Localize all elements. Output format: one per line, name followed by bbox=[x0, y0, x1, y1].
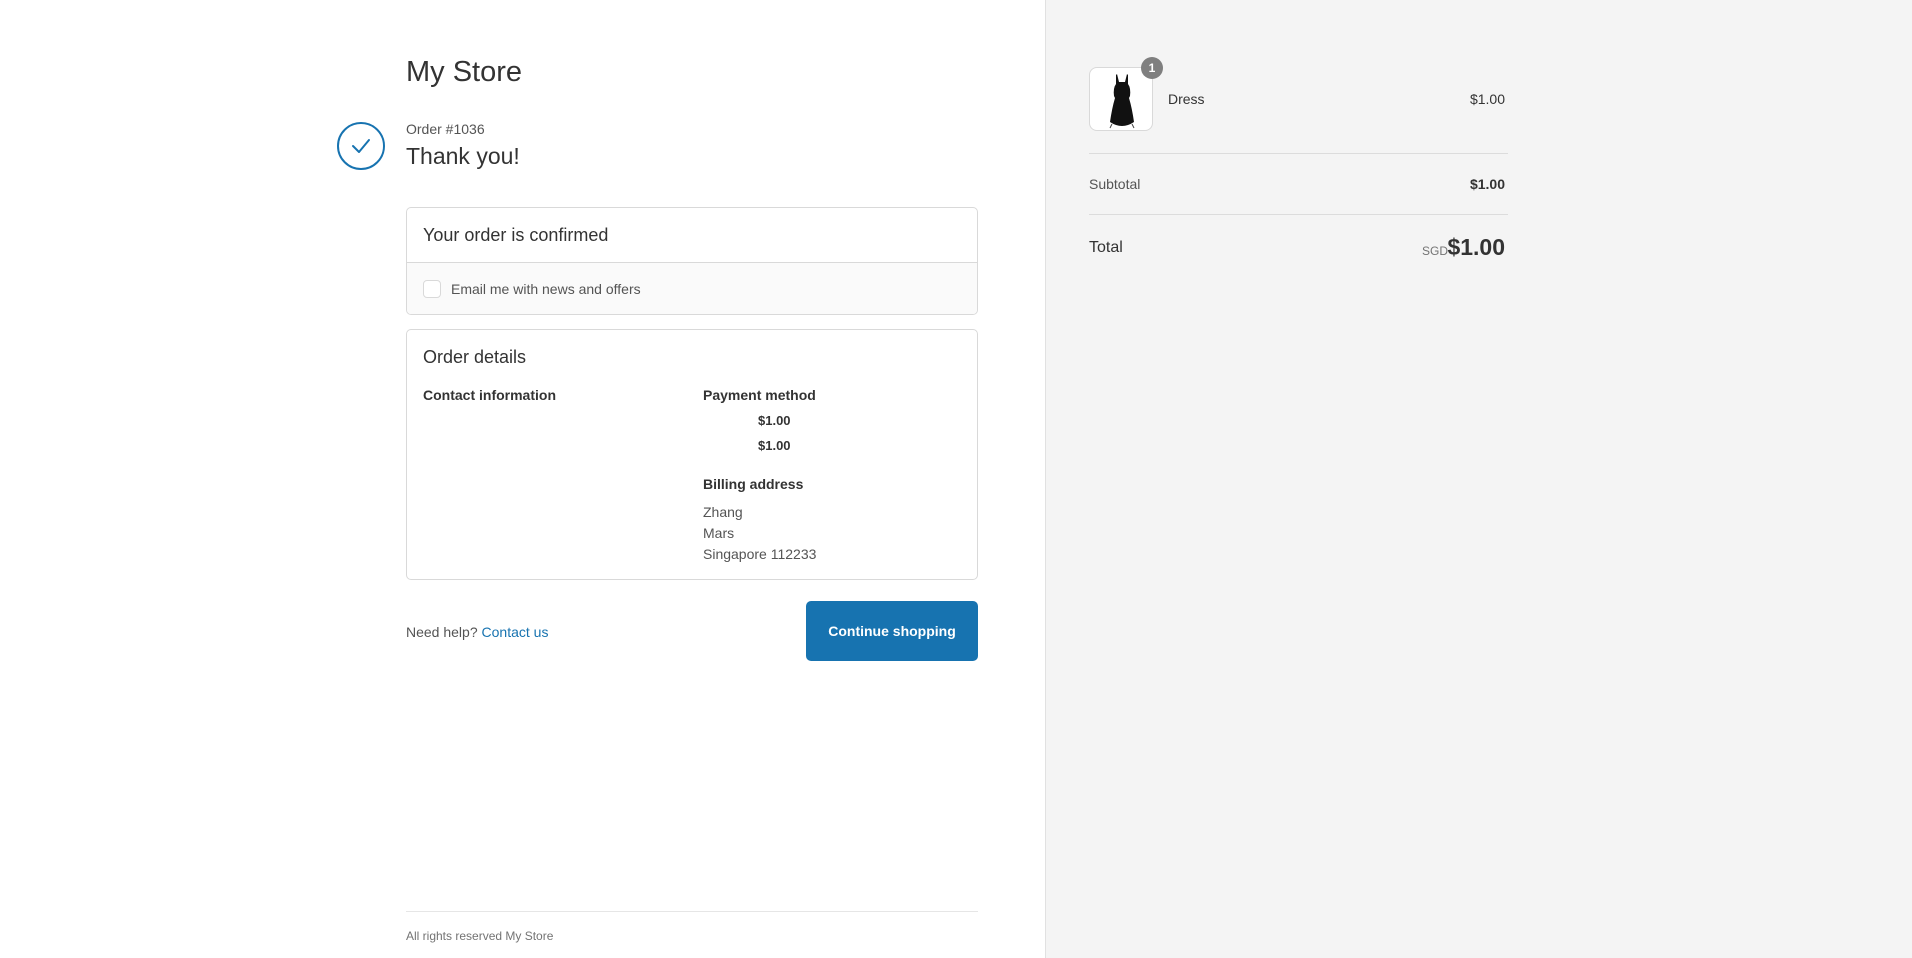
dress-icon bbox=[1109, 74, 1135, 129]
subtotal-label: Subtotal bbox=[1089, 176, 1141, 192]
billing-address-heading: Billing address bbox=[703, 476, 804, 492]
payment-amount: $1.00 bbox=[758, 413, 791, 428]
contact-us-link[interactable]: Contact us bbox=[482, 624, 549, 640]
summary-divider bbox=[1089, 214, 1508, 215]
order-details-card: Order details Contact information Paymen… bbox=[406, 329, 978, 580]
store-name[interactable]: My Store bbox=[406, 56, 522, 89]
newsletter-checkbox[interactable] bbox=[423, 280, 441, 298]
contact-information-heading: Contact information bbox=[423, 387, 556, 403]
summary-divider bbox=[1089, 153, 1508, 154]
total-value: $1.00 bbox=[1447, 234, 1505, 260]
footer-divider bbox=[406, 911, 978, 912]
order-number: Order #1036 bbox=[406, 121, 485, 137]
subtotal-value: $1.00 bbox=[1469, 176, 1505, 192]
billing-address-line: Mars bbox=[703, 525, 735, 541]
billing-address-line: Zhang bbox=[703, 504, 743, 520]
need-help-text: Need help? Contact us bbox=[406, 624, 548, 640]
checkout-thank-you-page: My Store Order #1036 Thank you! Your ord… bbox=[0, 0, 1912, 958]
newsletter-opt-in-row[interactable]: Email me with news and offers bbox=[407, 263, 977, 314]
payment-method-heading: Payment method bbox=[703, 387, 816, 403]
order-confirmed-card: Your order is confirmed Email me with ne… bbox=[406, 207, 978, 315]
newsletter-label[interactable]: Email me with news and offers bbox=[451, 281, 641, 297]
product-thumbnail: 1 bbox=[1089, 57, 1163, 131]
footer-copyright: All rights reserved My Store bbox=[406, 929, 554, 943]
main-column: My Store Order #1036 Thank you! Your ord… bbox=[0, 0, 1045, 958]
total-label: Total bbox=[1089, 239, 1123, 256]
thank-you-heading: Thank you! bbox=[406, 143, 520, 169]
total-currency: SGD bbox=[1421, 244, 1448, 258]
product-price: $1.00 bbox=[1469, 91, 1505, 107]
quantity-badge: 1 bbox=[1141, 57, 1163, 79]
continue-shopping-button[interactable]: Continue shopping bbox=[806, 601, 978, 661]
checkmark-icon bbox=[337, 122, 385, 170]
need-help-label: Need help? bbox=[406, 624, 478, 640]
order-details-title: Order details bbox=[423, 347, 527, 367]
order-summary-sidebar: 1 Dress $1.00 Subtotal $1.00 Total SGD $… bbox=[1045, 0, 1912, 958]
payment-amount: $1.00 bbox=[758, 438, 791, 453]
product-name: Dress bbox=[1168, 91, 1205, 107]
billing-address-line: Singapore 112233 bbox=[703, 546, 817, 562]
order-confirmed-title: Your order is confirmed bbox=[407, 208, 977, 263]
